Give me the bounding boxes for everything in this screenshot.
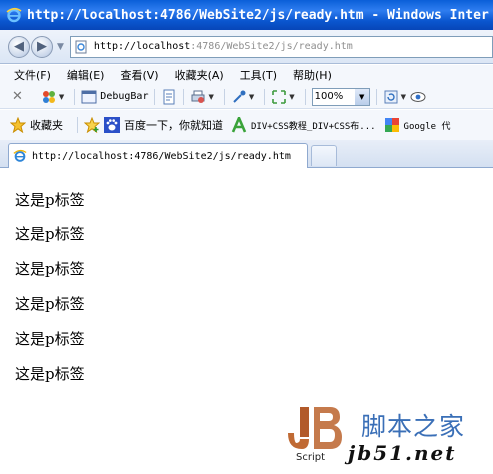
url-host: http://localhost — [93, 41, 191, 52]
jb51-logo-icon — [288, 407, 342, 449]
page-content: 这是p标签 这是p标签 这是p标签 这是p标签 这是p标签 这是p标签 Scri… — [0, 169, 493, 474]
resize-icon[interactable] — [271, 89, 287, 105]
debugbar-button[interactable]: DebugBar — [100, 91, 148, 102]
back-button[interactable]: ◀ — [8, 35, 30, 58]
favorite-link-google[interactable]: Google 代 — [384, 117, 451, 133]
windows-live-icon[interactable] — [41, 89, 57, 105]
paragraph: 这是p标签 — [15, 295, 85, 313]
history-dropdown-icon[interactable]: ▼ — [57, 42, 64, 52]
menu-bar: 文件(F) 编辑(E) 查看(V) 收藏夹(A) 工具(T) 帮助(H) — [0, 65, 493, 85]
toolbar-separator — [264, 88, 266, 105]
favorites-button[interactable]: 收藏夹 — [10, 117, 63, 133]
forward-arrow-icon: ▶ — [37, 39, 47, 54]
refresh-page-icon[interactable] — [383, 89, 399, 105]
toolbar-separator — [223, 88, 225, 105]
chevron-down-icon[interactable]: ▼ — [354, 88, 369, 105]
menu-favorites[interactable]: 收藏夹(A) — [175, 67, 224, 83]
paragraph: 这是p标签 — [15, 191, 85, 209]
paragraph: 这是p标签 — [15, 225, 85, 243]
logo-caption: Script — [296, 452, 326, 463]
favorites-star-icon — [10, 117, 26, 133]
baidu-paw-icon — [104, 117, 120, 133]
navigation-bar: ◀ ▶ ▼ http://localhost:4786/WebSite2/js/… — [0, 30, 493, 64]
window-title: http://localhost:4786/WebSite2/js/ready.… — [27, 7, 489, 23]
paragraph: 这是p标签 — [15, 365, 85, 383]
print-icon[interactable] — [190, 89, 206, 105]
back-arrow-icon: ◀ — [14, 39, 24, 54]
toolbar-separator — [304, 88, 306, 105]
paragraph: 这是p标签 — [15, 260, 85, 278]
close-x-icon[interactable]: ✕ — [12, 89, 23, 104]
eye-icon[interactable] — [410, 89, 426, 105]
toolbar-separator — [183, 88, 185, 105]
menu-help[interactable]: 帮助(H) — [293, 67, 332, 83]
favorites-label: 收藏夹 — [30, 119, 63, 132]
address-input[interactable]: http://localhost:4786/WebSite2/js/ready.… — [69, 35, 493, 58]
site-domain: jb51.net — [348, 441, 457, 465]
paragraph: 这是p标签 — [15, 330, 85, 348]
add-favorite-icon[interactable] — [84, 117, 100, 133]
menu-tools[interactable]: 工具(T) — [240, 67, 277, 83]
jb51-watermark: Script 脚本之家 jb51.net — [286, 405, 491, 469]
tab-strip: http://localhost:4786/WebSite2/js/ready.… — [0, 140, 493, 168]
google-icon — [384, 118, 399, 132]
menu-file[interactable]: 文件(F) — [14, 67, 51, 83]
ie-page-icon — [13, 149, 27, 162]
page-view-icon[interactable] — [161, 89, 177, 105]
eyedropper-icon[interactable] — [231, 89, 247, 105]
chevron-down-icon[interactable]: ▼ — [208, 93, 213, 101]
toolbar-separator — [74, 88, 76, 105]
toolbar-separator — [154, 88, 156, 105]
window-title-bar: http://localhost:4786/WebSite2/js/ready.… — [0, 0, 493, 30]
divcss-a-icon — [231, 117, 247, 133]
zoom-select[interactable]: 100% ▼ — [311, 87, 370, 106]
debugbar-icon — [81, 90, 97, 103]
chevron-down-icon[interactable]: ▼ — [249, 93, 254, 101]
toolbar-separator — [375, 88, 377, 105]
favorites-bar: 收藏夹 百度一下，你就知道 DIV+CSS教程_DIV+CSS布... Goog… — [0, 110, 493, 140]
chevron-down-icon[interactable]: ▼ — [59, 93, 64, 101]
tab-title: http://localhost:4786/WebSite2/js/ready.… — [32, 150, 291, 162]
toolbar-separator — [77, 117, 78, 133]
zoom-value: 100% — [314, 91, 344, 102]
menu-edit[interactable]: 编辑(E) — [67, 67, 105, 83]
chevron-down-icon[interactable]: ▼ — [401, 93, 406, 101]
favorite-link-label: 百度一下，你就知道 — [124, 119, 223, 132]
command-toolbar: ✕ ▼ DebugBar ▼ ▼ ▼ 100% ▼ ▼ — [0, 85, 493, 109]
favorite-link-divcss[interactable]: DIV+CSS教程_DIV+CSS布... — [231, 117, 376, 133]
chevron-down-icon[interactable]: ▼ — [289, 93, 294, 101]
site-name: 脚本之家 — [361, 412, 466, 441]
menu-view[interactable]: 查看(V) — [120, 67, 158, 83]
url-path: :4786/WebSite2/js/ready.htm — [190, 41, 353, 52]
favorite-link-label: DIV+CSS教程_DIV+CSS布... — [251, 121, 376, 132]
ie-logo-icon — [6, 7, 22, 23]
page-icon — [75, 40, 87, 53]
favorite-link-baidu[interactable]: 百度一下，你就知道 — [104, 117, 223, 133]
favorite-link-label: Google 代 — [403, 121, 451, 132]
tab-ready-htm[interactable]: http://localhost:4786/WebSite2/js/ready.… — [8, 143, 308, 168]
new-tab-button[interactable] — [311, 145, 337, 166]
forward-button[interactable]: ▶ — [31, 35, 53, 58]
